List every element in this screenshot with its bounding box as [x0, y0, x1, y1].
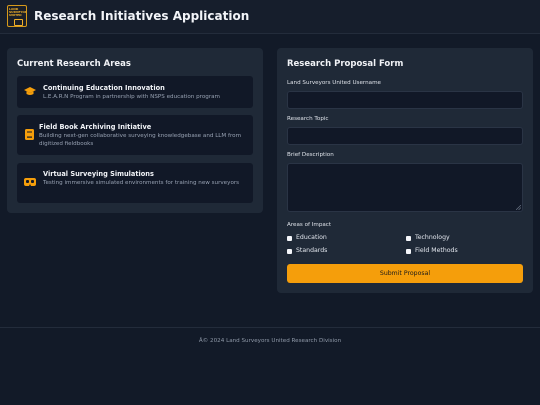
- area-card-title: Field Book Archiving Initiative: [39, 123, 152, 131]
- checkbox-technology[interactable]: [406, 236, 411, 241]
- area-card-title: Virtual Surveying Simulations: [43, 170, 154, 178]
- username-input[interactable]: [287, 91, 523, 109]
- checkbox-label: Standards: [296, 247, 328, 254]
- area-card-fieldbook[interactable]: Field Book Archiving Initiative Building…: [17, 115, 253, 155]
- footer-text: Â© 2024 Land Surveyors United Research D…: [198, 338, 342, 344]
- area-card-description: L.E.A.R.N Program in partnership with NS…: [43, 94, 220, 100]
- graduation-cap-icon: [24, 87, 36, 95]
- area-card-description: Building next-gen collaborative surveyin…: [39, 133, 242, 147]
- username-label: Land Surveyors United Username: [287, 80, 381, 86]
- impact-label: Areas of Impact: [287, 222, 332, 228]
- description-label: Brief Description: [287, 152, 334, 158]
- topic-label: Research Topic: [287, 116, 329, 122]
- book-icon: [25, 129, 34, 140]
- checkbox-label: Education: [296, 234, 327, 241]
- app-header: LAND SURVEYORS UNITED Research Initiativ…: [0, 0, 540, 34]
- area-card-description: Testing immersive simulated environments…: [43, 180, 240, 186]
- area-card-title: Continuing Education Innovation: [43, 84, 165, 92]
- logo: LAND SURVEYORS UNITED: [7, 5, 27, 27]
- area-card-virtual[interactable]: Virtual Surveying Simulations Testing im…: [17, 163, 253, 203]
- submit-proposal-button[interactable]: Submit Proposal: [287, 264, 523, 283]
- checkbox-education[interactable]: [287, 236, 292, 241]
- description-textarea[interactable]: [287, 163, 523, 212]
- research-areas-title: Current Research Areas: [17, 59, 131, 69]
- page-title: Research Initiatives Application: [34, 9, 250, 23]
- checkbox-field-methods[interactable]: [406, 249, 411, 254]
- footer-divider: [0, 327, 540, 328]
- logo-text: LAND SURVEYORS UNITED: [9, 7, 27, 17]
- vr-headset-icon: [24, 178, 36, 186]
- checkbox-label: Field Methods: [415, 247, 458, 254]
- proposal-form-title: Research Proposal Form: [287, 59, 404, 69]
- topic-input[interactable]: [287, 127, 523, 145]
- checkbox-standards[interactable]: [287, 249, 292, 254]
- area-card-education[interactable]: Continuing Education Innovation L.E.A.R.…: [17, 76, 253, 108]
- proposal-form-panel: Research Proposal Form Land Surveyors Un…: [277, 48, 533, 293]
- checkbox-label: Technology: [415, 234, 450, 241]
- logo-mark: [14, 19, 23, 26]
- resize-handle-icon[interactable]: [516, 205, 521, 210]
- research-areas-panel: Current Research Areas Continuing Educat…: [7, 48, 263, 213]
